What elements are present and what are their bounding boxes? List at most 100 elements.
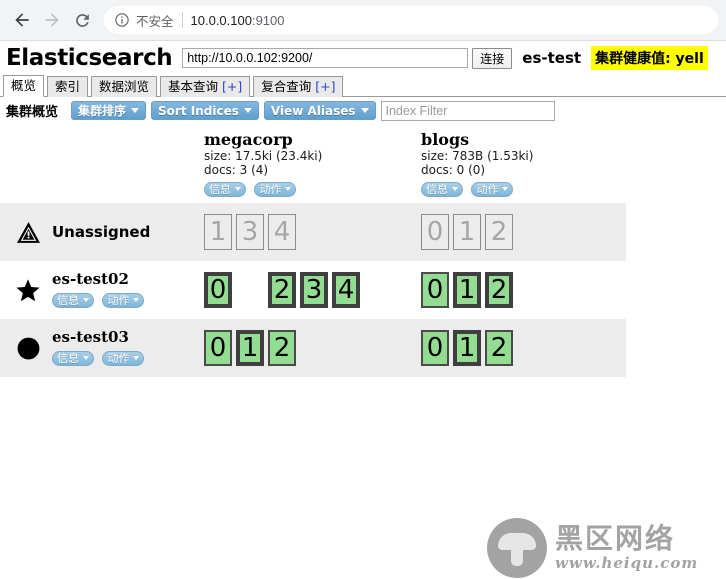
chevron-down-icon bbox=[360, 108, 369, 113]
chevron-down-icon bbox=[133, 298, 140, 302]
cluster-health-badge: 集群健康值: yell bbox=[591, 46, 708, 70]
index-header-row: megacorp size: 17.5ki (23.4ki) docs: 3 (… bbox=[0, 125, 626, 203]
shard-box[interactable]: 1 bbox=[236, 330, 264, 366]
shards-es-test03-blogs: 0 1 2 bbox=[409, 319, 626, 377]
shard-box[interactable]: 0 bbox=[421, 330, 449, 366]
index-name: megacorp bbox=[204, 130, 293, 149]
view-aliases-button[interactable]: View Aliases bbox=[263, 101, 376, 120]
tab-overview-label: 概览 bbox=[11, 78, 37, 93]
watermark-site-url: www.heiqu.com bbox=[555, 554, 699, 572]
shards-unassigned-megacorp: 1 3 4 bbox=[192, 203, 409, 261]
watermark-text: 黑区网络 www.heiqu.com bbox=[555, 524, 699, 573]
reload-icon bbox=[73, 11, 92, 30]
tab-composite-query-label: 复合查询 bbox=[261, 79, 316, 94]
shard-box[interactable]: 2 bbox=[485, 330, 513, 366]
arrow-left-icon bbox=[12, 10, 32, 30]
table-row: Unassigned 1 3 4 0 1 2 bbox=[0, 203, 626, 261]
node-action-label: 动作 bbox=[107, 352, 130, 365]
cluster-overview-toolbar: 集群概览 集群排序 Sort Indices View Aliases bbox=[0, 97, 726, 125]
shard-box[interactable]: 2 bbox=[268, 272, 296, 308]
tab-data-browser[interactable]: 数据浏览 bbox=[91, 76, 158, 97]
shard-box[interactable]: 1 bbox=[453, 330, 481, 366]
connect-button[interactable]: 连接 bbox=[472, 47, 513, 69]
shard-box[interactable]: 0 bbox=[421, 214, 449, 250]
shard-box[interactable]: 2 bbox=[485, 214, 513, 250]
table-row: es-test03 信息 动作 0 1 2 0 1 2 bbox=[0, 319, 626, 377]
index-info-button[interactable]: 信息 bbox=[421, 181, 463, 197]
index-name: blogs bbox=[421, 130, 470, 149]
shard-box[interactable]: 1 bbox=[453, 214, 481, 250]
shard-box[interactable]: 1 bbox=[204, 214, 232, 250]
index-docs: docs: 3 (4) bbox=[204, 163, 269, 177]
elasticsearch-head-app: Elasticsearch 连接 es-test 集群健康值: yell 概览 … bbox=[0, 41, 726, 578]
index-actions: 信息 动作 bbox=[204, 180, 409, 198]
shard-box[interactable]: 0 bbox=[204, 272, 232, 308]
shard-box[interactable]: 0 bbox=[204, 330, 232, 366]
shards-unassigned-blogs: 0 1 2 bbox=[409, 203, 626, 261]
mushroom-stem bbox=[511, 547, 523, 566]
shard-box[interactable]: 2 bbox=[485, 272, 513, 308]
node-actions: 信息 动作 bbox=[52, 349, 148, 367]
shard-box[interactable]: 4 bbox=[332, 272, 360, 308]
forward-button[interactable] bbox=[38, 6, 66, 34]
index-size: size: 783B (1.53ki) bbox=[421, 149, 534, 163]
index-size: size: 17.5ki (23.4ki) bbox=[204, 149, 323, 163]
node-action-button[interactable]: 动作 bbox=[102, 292, 145, 308]
cluster-sort-label: 集群排序 bbox=[78, 104, 127, 118]
tab-indices[interactable]: 索引 bbox=[47, 76, 89, 97]
tab-composite-query[interactable]: 复合查询 [+] bbox=[253, 76, 344, 97]
chevron-down-icon bbox=[133, 356, 140, 360]
address-bar[interactable]: 不安全 10.0.0.100:9100 bbox=[104, 6, 718, 34]
shard-box[interactable]: 1 bbox=[453, 272, 481, 308]
shard-box[interactable]: 0 bbox=[421, 272, 449, 308]
browser-toolbar: 不安全 10.0.0.100:9100 bbox=[0, 0, 726, 41]
shards-es-test02-blogs: 0 1 2 bbox=[409, 261, 626, 319]
omnibox-divider bbox=[181, 12, 183, 28]
cluster-name-label: es-test bbox=[522, 49, 582, 67]
index-filter-input[interactable] bbox=[380, 100, 555, 121]
tab-overview[interactable]: 概览 bbox=[3, 75, 45, 97]
node-action-button[interactable]: 动作 bbox=[102, 350, 145, 366]
back-button[interactable] bbox=[8, 6, 36, 34]
index-action-button[interactable]: 动作 bbox=[254, 181, 297, 197]
info-circle-icon[interactable] bbox=[114, 12, 130, 28]
url-port: :9100 bbox=[251, 12, 285, 28]
shard-box[interactable]: 3 bbox=[236, 214, 264, 250]
address-bar-url: 10.0.0.100:9100 bbox=[191, 13, 285, 28]
watermark: 黑区网络 www.heiqu.com bbox=[487, 517, 717, 579]
index-info-label: 信息 bbox=[426, 183, 448, 196]
tab-basic-query-plus: [+] bbox=[222, 79, 243, 94]
node-action-label: 动作 bbox=[107, 294, 130, 307]
star-icon bbox=[10, 278, 46, 303]
shard-box[interactable]: 3 bbox=[300, 272, 328, 308]
node-info-button[interactable]: 信息 bbox=[52, 350, 94, 366]
index-header-blogs: blogs size: 783B (1.53ki) docs: 0 (0) 信息… bbox=[409, 125, 626, 203]
index-action-label: 动作 bbox=[476, 183, 499, 196]
sort-indices-label: Sort Indices bbox=[158, 103, 239, 118]
tab-basic-query[interactable]: 基本查询 [+] bbox=[160, 76, 251, 97]
index-info-button[interactable]: 信息 bbox=[204, 181, 246, 197]
cluster-host-input[interactable] bbox=[182, 48, 469, 68]
node-cell-es-test02: es-test02 信息 动作 bbox=[0, 261, 192, 319]
index-header-megacorp: megacorp size: 17.5ki (23.4ki) docs: 3 (… bbox=[192, 125, 409, 203]
table-row: es-test02 信息 动作 0 2 3 4 0 1 2 bbox=[0, 261, 626, 319]
shard-box[interactable]: 2 bbox=[268, 330, 296, 366]
index-action-label: 动作 bbox=[259, 183, 282, 196]
cluster-sort-button[interactable]: 集群排序 bbox=[71, 101, 147, 120]
node-info-button[interactable]: 信息 bbox=[52, 292, 94, 308]
tab-basic-query-label: 基本查询 bbox=[168, 79, 223, 94]
chevron-down-icon bbox=[235, 187, 241, 191]
sort-indices-button[interactable]: Sort Indices bbox=[151, 101, 259, 120]
reload-button[interactable] bbox=[68, 6, 96, 34]
mushroom-logo-icon bbox=[487, 518, 547, 578]
url-host: 10.0.0.100 bbox=[190, 12, 252, 28]
shards-es-test03-megacorp: 0 1 2 bbox=[192, 319, 409, 377]
node-name: es-test03 bbox=[52, 328, 129, 346]
node-info: Unassigned bbox=[46, 223, 150, 241]
tab-data-browser-label: 数据浏览 bbox=[99, 79, 150, 94]
tab-composite-query-plus: [+] bbox=[315, 79, 336, 94]
index-action-button[interactable]: 动作 bbox=[471, 181, 514, 197]
circle-icon bbox=[10, 336, 46, 361]
node-info: es-test02 信息 动作 bbox=[46, 271, 148, 309]
shard-box[interactable]: 4 bbox=[268, 214, 296, 250]
